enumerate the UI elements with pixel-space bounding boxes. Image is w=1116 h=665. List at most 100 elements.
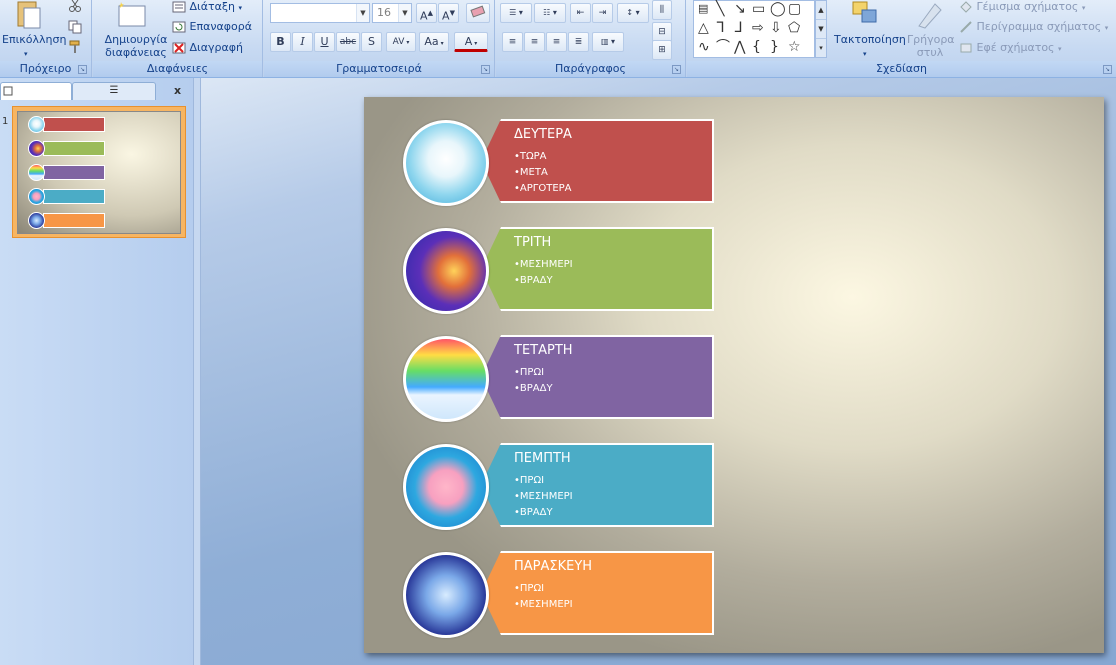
- day-bullets[interactable]: ΠΡΩΙΜΕΣΗΜΕΡΙ: [514, 581, 573, 613]
- day-picture[interactable]: [403, 120, 489, 206]
- elbow-arrow-shape-icon[interactable]: ᒧ: [734, 21, 743, 35]
- layout-button[interactable]: Διάταξη ▾: [172, 0, 242, 15]
- change-case-button[interactable]: Aa ▾: [419, 32, 449, 52]
- tab-slides[interactable]: [0, 82, 72, 100]
- brush-icon[interactable]: [68, 40, 82, 54]
- font-size-combo[interactable]: 16 ▼: [372, 3, 412, 23]
- strikethrough-button[interactable]: abc: [336, 32, 360, 52]
- drawing-launcher-icon[interactable]: ↘: [1103, 65, 1112, 74]
- grow-font-button[interactable]: A▲: [416, 3, 437, 23]
- arc-shape-icon[interactable]: ⌒: [716, 40, 730, 54]
- day-bullets[interactable]: ΠΡΩΙΒΡΑΔΥ: [514, 365, 553, 397]
- day-title[interactable]: ΠΕΜΠΤΗ: [514, 451, 571, 466]
- font-launcher-icon[interactable]: ↘: [481, 65, 490, 74]
- chevron-down-icon[interactable]: ▼: [398, 4, 411, 22]
- justify-button[interactable]: ≣: [568, 32, 589, 52]
- bold-button[interactable]: B: [270, 32, 291, 52]
- scroll-up-icon[interactable]: ▲: [816, 1, 826, 20]
- shadow-button[interactable]: S: [361, 32, 382, 52]
- star-shape-icon[interactable]: ☆: [788, 40, 801, 54]
- reset-button[interactable]: Επαναφορά: [172, 20, 252, 34]
- scroll-down-icon[interactable]: ▼: [816, 20, 826, 39]
- line-spacing-button[interactable]: ↕ ▾: [617, 3, 649, 23]
- day-item[interactable]: ΔΕΥΤΕΡΑ ΤΩΡΑΜΕΤΑΑΡΓΟΤΕΡΑ: [403, 119, 715, 206]
- shape-fill-button[interactable]: Γέμισμα σχήματος ▾: [959, 0, 1085, 15]
- underline-button[interactable]: U: [314, 32, 335, 52]
- chevron-down-icon[interactable]: ▼: [356, 4, 369, 22]
- increase-indent-button[interactable]: ⇥: [592, 3, 613, 23]
- paste-label[interactable]: Επικόλληση: [2, 33, 66, 47]
- quick-styles-icon[interactable]: [915, 0, 947, 30]
- delete-button[interactable]: Διαγραφή: [172, 41, 243, 55]
- shape-effects-button[interactable]: Εφέ σχήματος ▾: [959, 41, 1062, 56]
- day-title[interactable]: ΤΕΤΑΡΤΗ: [514, 343, 573, 358]
- oval-shape-icon[interactable]: ◯: [770, 2, 786, 16]
- italic-button[interactable]: I: [292, 32, 313, 52]
- align-left-button[interactable]: ≡: [502, 32, 523, 52]
- gallery-more-icon[interactable]: ▾: [816, 39, 826, 58]
- day-picture[interactable]: [403, 444, 489, 530]
- day-picture[interactable]: [403, 336, 489, 422]
- bullets-button[interactable]: ☰ ▾: [500, 3, 532, 23]
- line-shape-icon[interactable]: ╲: [716, 2, 724, 16]
- curve-shape-icon[interactable]: ∿: [698, 40, 710, 54]
- paragraph-launcher-icon[interactable]: ↘: [672, 65, 681, 74]
- new-slide-button[interactable]: Δημιουργία διαφάνειας: [101, 33, 171, 59]
- right-arrow-shape-icon[interactable]: ⇨: [752, 21, 764, 35]
- day-item[interactable]: ΤΡΙΤΗ ΜΕΣΗΜΕΡΙΒΡΑΔΥ: [403, 227, 715, 314]
- day-title[interactable]: ΤΡΙΤΗ: [514, 235, 551, 250]
- day-picture[interactable]: [403, 228, 489, 314]
- day-item[interactable]: ΠΑΡΑΣΚΕΥΗ ΠΡΩΙΜΕΣΗΜΕΡΙ: [403, 551, 715, 638]
- numbering-button[interactable]: ☷ ▾: [534, 3, 566, 23]
- rounded-rect-shape-icon[interactable]: ▢: [788, 2, 801, 16]
- scissors-icon[interactable]: [68, 0, 82, 12]
- freeform-shape-icon[interactable]: ⋀: [734, 40, 745, 54]
- panel-splitter[interactable]: [193, 78, 201, 665]
- triangle-shape-icon[interactable]: △: [698, 21, 709, 35]
- align-right-button[interactable]: ≡: [546, 32, 567, 52]
- shape-outline-button[interactable]: Περίγραμμα σχήματος ▾: [959, 20, 1108, 35]
- character-spacing-button[interactable]: AV ▾: [386, 32, 416, 52]
- down-arrow-shape-icon[interactable]: ⇩: [770, 21, 782, 35]
- quick-styles-button[interactable]: Γρήγορα στυλ: [907, 33, 955, 59]
- rectangle-shape-icon[interactable]: ▭: [752, 2, 765, 16]
- clear-formatting-button[interactable]: [466, 3, 490, 23]
- pentagon-shape-icon[interactable]: ⬠: [788, 21, 800, 35]
- left-brace-shape-icon[interactable]: {: [752, 40, 761, 54]
- new-slide-icon[interactable]: [115, 0, 149, 30]
- day-bullets[interactable]: ΜΕΣΗΜΕΡΙΒΡΑΔΥ: [514, 257, 573, 289]
- tab-outline[interactable]: ☰: [72, 82, 156, 100]
- decrease-indent-button[interactable]: ⇤: [570, 3, 591, 23]
- smartart-button[interactable]: ⊞: [652, 40, 672, 60]
- align-text-button[interactable]: ⊟: [652, 22, 672, 42]
- panel-close-button[interactable]: x: [174, 84, 181, 97]
- day-title[interactable]: ΠΑΡΑΣΚΕΥΗ: [514, 559, 592, 574]
- shrink-font-button[interactable]: A▼: [438, 3, 459, 23]
- align-center-button[interactable]: ≡: [524, 32, 545, 52]
- copy-icon[interactable]: [68, 20, 82, 34]
- slide[interactable]: ΔΕΥΤΕΡΑ ΤΩΡΑΜΕΤΑΑΡΓΟΤΕΡΑ ΤΡΙΤΗ ΜΕΣΗΜΕΡΙΒΡΑΔ…: [364, 97, 1104, 653]
- day-bullets[interactable]: ΠΡΩΙΜΕΣΗΜΕΡΙΒΡΑΔΥ: [514, 473, 573, 521]
- text-direction-button[interactable]: ⫼: [652, 0, 672, 20]
- arrow-shape-icon[interactable]: ↘: [734, 2, 746, 16]
- right-brace-shape-icon[interactable]: }: [770, 40, 779, 54]
- slide-thumbnail[interactable]: [12, 106, 186, 238]
- arrange-button[interactable]: Τακτοποίηση: [834, 33, 906, 47]
- shapes-gallery-scroll[interactable]: ▲ ▼ ▾: [815, 0, 827, 58]
- day-item[interactable]: ΤΕΤΑΡΤΗ ΠΡΩΙΒΡΑΔΥ: [403, 335, 715, 422]
- elbow-shape-icon[interactable]: ᒣ: [716, 21, 725, 35]
- day-item[interactable]: ΠΕΜΠΤΗ ΠΡΩΙΜΕΣΗΜΕΡΙΒΡΑΔΥ: [403, 443, 715, 530]
- paste-dropdown-icon[interactable]: ▾: [24, 47, 28, 61]
- paste-button[interactable]: [14, 0, 48, 30]
- day-picture[interactable]: [403, 552, 489, 638]
- shapes-gallery[interactable]: ▤ ╲ ↘ ▭ ◯ ▢ △ ᒣ ᒧ ⇨ ⇩ ⬠ ∿ ⌒ ⋀ { } ☆: [693, 0, 815, 58]
- font-name-combo[interactable]: ▼: [270, 3, 370, 23]
- day-bullets[interactable]: ΤΩΡΑΜΕΤΑΑΡΓΟΤΕΡΑ: [514, 149, 572, 197]
- font-color-button[interactable]: A ▾: [454, 32, 488, 52]
- day-title[interactable]: ΔΕΥΤΕΡΑ: [514, 127, 572, 142]
- arrange-icon[interactable]: [850, 0, 882, 30]
- textbox-shape-icon[interactable]: ▤: [698, 2, 708, 16]
- arrange-dropdown-icon[interactable]: ▾: [863, 47, 867, 61]
- clipboard-launcher-icon[interactable]: ↘: [78, 65, 87, 74]
- columns-button[interactable]: ▥ ▾: [592, 32, 624, 52]
